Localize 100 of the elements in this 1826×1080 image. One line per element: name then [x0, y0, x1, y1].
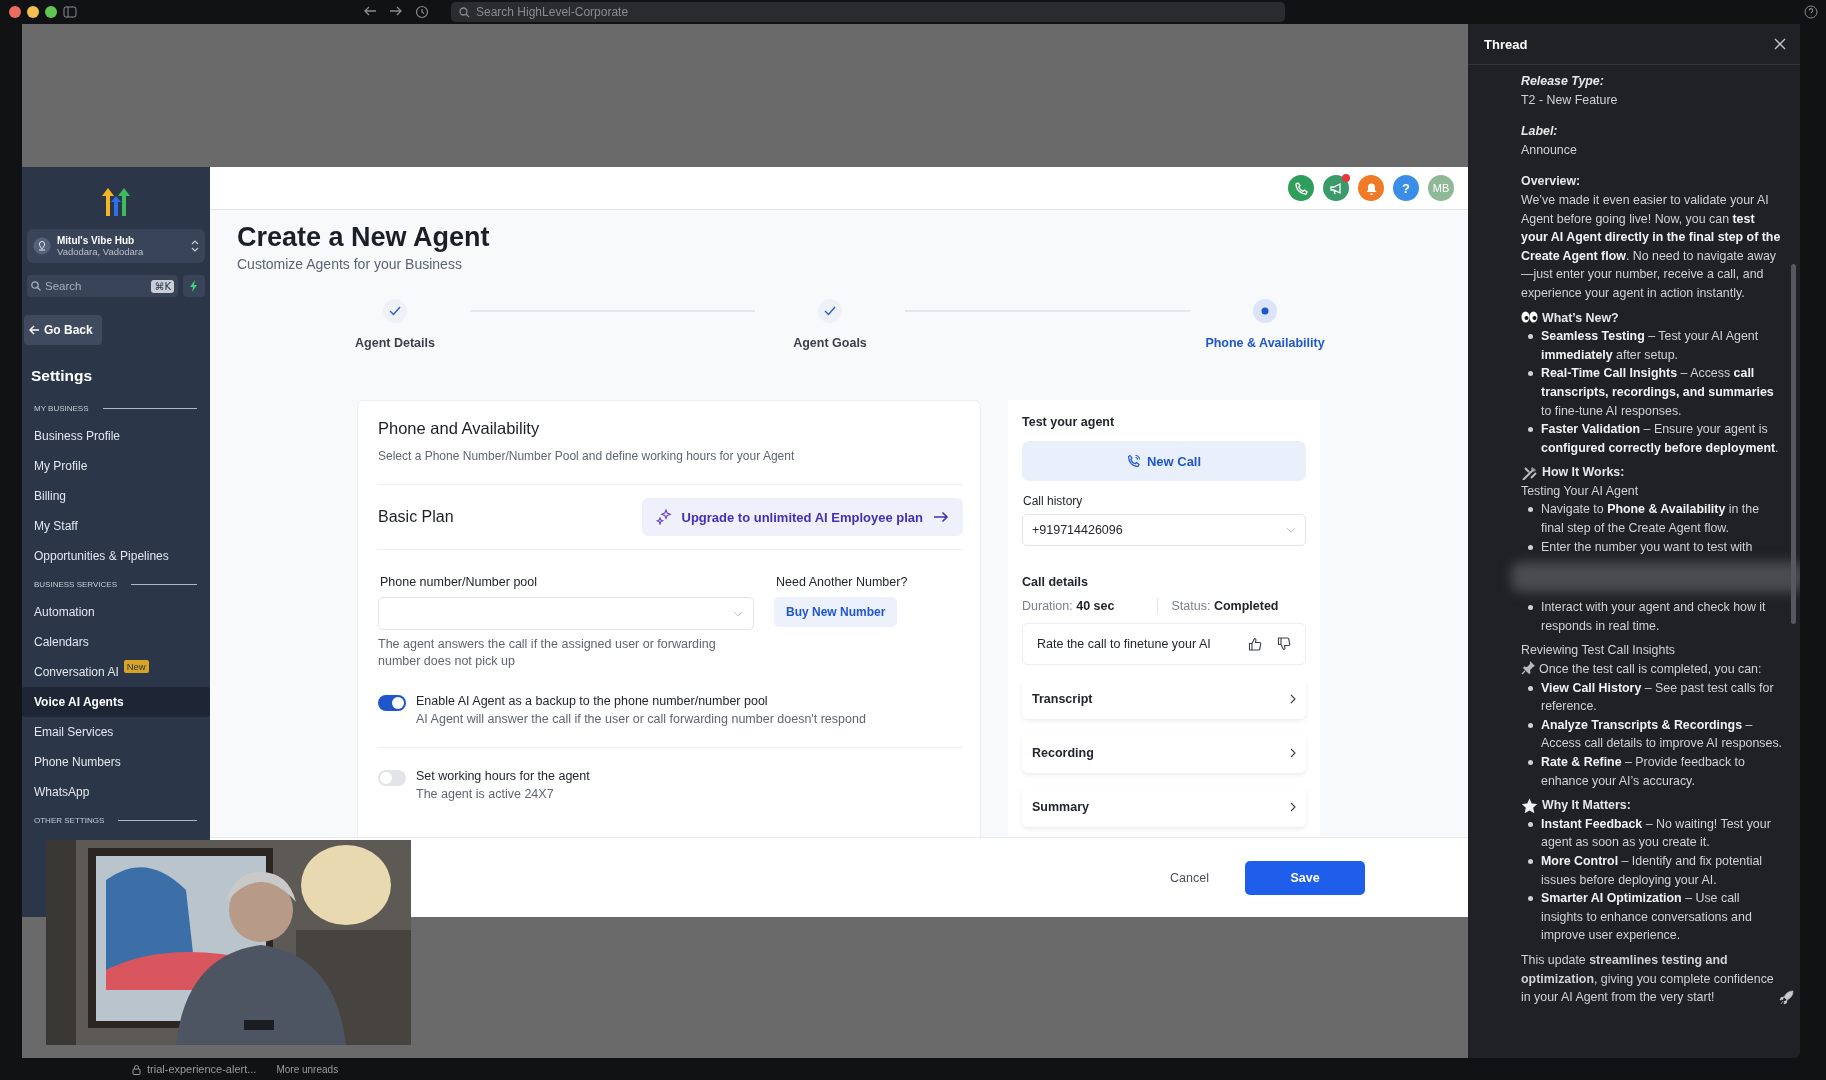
call-status: Status: Completed: [1171, 599, 1280, 613]
bell-icon: [1364, 181, 1378, 195]
list-item: Smarter AI Optimization – Use call insights to enhance conversations and improve user experience.: [1521, 889, 1783, 945]
call-duration: Duration: 40 sec: [1022, 599, 1116, 613]
buy-number-button[interactable]: Buy New Number: [774, 597, 898, 627]
step-label[interactable]: Phone & Availability: [1205, 336, 1325, 350]
sidebar-item[interactable]: WhatsApp: [22, 777, 210, 807]
chevron-right-icon: [1290, 748, 1296, 758]
list-item: Interact with your agent and check how it responds in real time.: [1521, 598, 1783, 636]
sidebar-item[interactable]: Automation: [22, 597, 210, 627]
star-icon: [1521, 798, 1538, 813]
bullet-icon: [1528, 334, 1533, 340]
list-item: Faster Validation – Ensure your agent is configured correctly before deployment.: [1521, 420, 1783, 458]
bullet-icon: [1528, 760, 1533, 765]
forward-arrow-icon[interactable]: [389, 5, 403, 17]
field-value: T2 - New Feature: [1521, 91, 1619, 109]
close-icon[interactable]: [1774, 38, 1786, 50]
accordion-row[interactable]: Recording: [1022, 733, 1306, 773]
sparkle-icon: [655, 509, 672, 525]
window-control[interactable]: [9, 6, 21, 18]
phone-button[interactable]: [1288, 175, 1314, 201]
list-item: More Control – Identify and fix potential issues before deploying your AI.: [1521, 851, 1783, 890]
section-heading: Overview:: [1521, 173, 1582, 191]
page-title: Create a New Agent: [237, 222, 491, 253]
accordion-row[interactable]: Transcript: [1022, 679, 1306, 719]
bullet-icon: [1528, 544, 1533, 550]
paragraph: We’ve made it even easier to validate your AI Agent before going live! Now, you can test your AI Agent directly in the final step of the Create Agent flow. No need to navigate away—just enter your number, receive a call, and experience your agent in action instantly.: [1521, 191, 1782, 302]
back-arrow-icon[interactable]: [363, 5, 377, 17]
section-heading: What’s New?: [1542, 309, 1619, 327]
sidebar-item[interactable]: My Profile: [22, 451, 210, 481]
sidebar-item[interactable]: Email Services: [22, 717, 210, 747]
list-item: View Call History – See past test calls for reference.: [1521, 678, 1783, 716]
chevron-down-icon: [1286, 527, 1296, 533]
cancel-button[interactable]: Cancel: [1164, 860, 1215, 895]
list-item: Analyze Transcripts & Recordings – Access call details to improve AI responses.: [1521, 715, 1783, 753]
notifications-button[interactable]: [1358, 175, 1384, 201]
chevron-right-icon: [1290, 694, 1296, 704]
page-subtitle: Customize Agents for your Business: [237, 256, 463, 272]
megaphone-button[interactable]: [1323, 175, 1349, 201]
step-label[interactable]: Agent Details: [355, 336, 435, 350]
lightning-icon: [189, 280, 199, 292]
sidebar-item[interactable]: Calendars: [22, 627, 210, 657]
card-description: Select a Phone Number/Number Pool and define working hours for your Agent: [378, 449, 796, 463]
thumbs-down-icon[interactable]: [1277, 637, 1291, 651]
sidebar-item[interactable]: Opportunities & Pipelines: [22, 541, 210, 571]
account-switcher[interactable]: Mitul's Vibe Hub Vadodara, Vadodara: [27, 229, 205, 263]
sidebar-title: Settings: [31, 367, 94, 385]
list-item: Seamless Testing – Test your AI Agent immediately after setup.: [1521, 327, 1783, 365]
thumbs-up-icon[interactable]: [1248, 637, 1262, 651]
scrollbar[interactable]: [1791, 264, 1796, 624]
field-value: Announce: [1521, 141, 1578, 159]
window-control[interactable]: [45, 6, 57, 18]
sidebar-item[interactable]: Conversation AI New: [22, 657, 210, 687]
search-field[interactable]: Search HighLevel-Corporate: [451, 2, 1285, 22]
new-call-button[interactable]: New Call: [1022, 441, 1306, 481]
toggle-label: Set working hours for the agent: [416, 769, 590, 783]
toggle-switch[interactable]: [378, 770, 406, 786]
call-history-select[interactable]: +919714426096: [1022, 514, 1306, 546]
help-icon[interactable]: [1804, 5, 1818, 19]
sidebar-item[interactable]: Billing: [22, 481, 210, 511]
save-button[interactable]: Save: [1245, 860, 1365, 895]
field-label: Release Type:: [1521, 73, 1605, 90]
megaphone-icon: [1329, 181, 1343, 195]
text-line: Testing Your AI Agent: [1521, 482, 1640, 500]
paragraph: Once the test call is completed, you can:: [1539, 661, 1762, 679]
quick-action-button[interactable]: [183, 275, 205, 297]
shortcut-key: ⌘K: [151, 279, 174, 293]
arrow-right-icon: [933, 511, 949, 523]
sidebar-item[interactable]: Business Profile: [22, 421, 210, 451]
list-item: Rate & Refine – Provide feedback to enhance your AI’s accuracy.: [1521, 753, 1783, 791]
field-help: The agent answers the call if the assigned user or forwarding number does not pick up: [378, 636, 717, 670]
back-button[interactable]: Go Back: [24, 315, 102, 345]
more-unreads-button[interactable]: More unreads: [276, 1063, 339, 1075]
section-label: OTHER SETTINGS: [34, 815, 105, 825]
sidebar-item[interactable]: Phone Numbers: [22, 747, 210, 777]
bullet-icon: [1528, 605, 1533, 611]
chevron-right-icon: [1290, 802, 1296, 812]
sidebar-item[interactable]: My Staff: [22, 511, 210, 541]
field-label: Label:: [1521, 123, 1559, 141]
section-label: MY BUSINESS: [34, 403, 89, 413]
field-label: Need Another Number?: [776, 575, 908, 589]
history-icon[interactable]: [415, 5, 429, 19]
field-label: Phone number/Number pool: [380, 575, 539, 589]
panel-title: Thread: [1484, 36, 1528, 52]
step-label[interactable]: Agent Goals: [793, 336, 867, 350]
upgrade-button[interactable]: Upgrade to unlimited AI Employee plan: [641, 498, 963, 536]
accordion-row[interactable]: Summary: [1022, 787, 1306, 827]
panel-title: Test your agent: [1022, 415, 1116, 429]
bullet-icon: [1528, 685, 1533, 691]
window-control[interactable]: [27, 6, 39, 18]
chevron-updown-icon: [191, 239, 199, 253]
search-field[interactable]: Search ⌘K: [27, 275, 178, 297]
card-title: Phone and Availability: [378, 419, 541, 438]
toggle-switch[interactable]: [378, 695, 406, 711]
notification-dot: [1342, 174, 1350, 182]
sidebar-item[interactable]: Voice AI Agents: [22, 687, 210, 717]
channel-name[interactable]: trial-experience-alert...: [147, 1063, 257, 1075]
sidebar-item-label: Conversation AI: [34, 665, 119, 679]
sidebar-toggle-icon[interactable]: [63, 6, 77, 18]
phone-icon: [1294, 181, 1308, 195]
